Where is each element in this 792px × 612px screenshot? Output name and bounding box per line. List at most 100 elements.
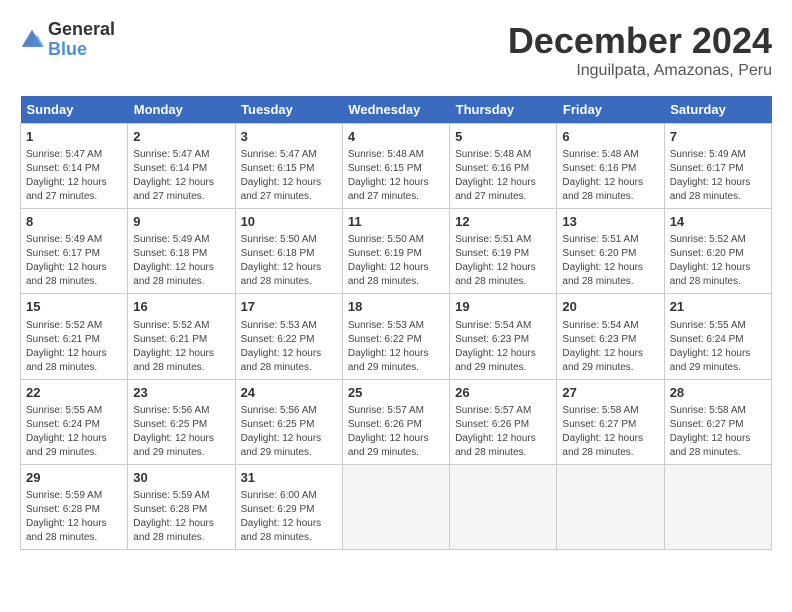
calendar-day-cell: 18 Sunrise: 5:53 AM Sunset: 6:22 PM Dayli… <box>342 294 449 379</box>
calendar-day-cell: 30 Sunrise: 5:59 AM Sunset: 6:28 PM Dayli… <box>128 464 235 549</box>
calendar-day-cell: 14 Sunrise: 5:52 AM Sunset: 6:20 PM Dayli… <box>664 209 771 294</box>
logo-icon <box>20 28 44 52</box>
day-info: Sunrise: 5:50 AM Sunset: 6:18 PM Dayligh… <box>241 233 337 289</box>
day-info: Sunrise: 5:54 AM Sunset: 6:23 PM Dayligh… <box>562 319 658 375</box>
location-subtitle: Inguilpata, Amazonas, Peru <box>508 62 772 80</box>
day-number: 8 <box>26 213 122 231</box>
day-number: 23 <box>133 384 229 402</box>
day-number: 12 <box>455 213 551 231</box>
calendar-day-cell: 15 Sunrise: 5:52 AM Sunset: 6:21 PM Dayli… <box>21 294 128 379</box>
day-number: 6 <box>562 128 658 146</box>
day-of-week-header: Sunday <box>21 96 128 124</box>
day-info: Sunrise: 5:47 AM Sunset: 6:15 PM Dayligh… <box>241 148 337 204</box>
calendar-day-cell: 26 Sunrise: 5:57 AM Sunset: 6:26 PM Dayli… <box>450 379 557 464</box>
calendar-week-row: 22 Sunrise: 5:55 AM Sunset: 6:24 PM Dayli… <box>21 379 772 464</box>
calendar-day-cell: 4 Sunrise: 5:48 AM Sunset: 6:15 PM Daylig… <box>342 124 449 209</box>
calendar-day-cell: 6 Sunrise: 5:48 AM Sunset: 6:16 PM Daylig… <box>557 124 664 209</box>
calendar-day-cell: 16 Sunrise: 5:52 AM Sunset: 6:21 PM Dayli… <box>128 294 235 379</box>
calendar-day-cell: 3 Sunrise: 5:47 AM Sunset: 6:15 PM Daylig… <box>235 124 342 209</box>
calendar-day-cell: 28 Sunrise: 5:58 AM Sunset: 6:27 PM Dayli… <box>664 379 771 464</box>
day-of-week-header: Saturday <box>664 96 771 124</box>
calendar-day-cell: 31Sunrise: 6:00 AM Sunset: 6:29 PM Dayli… <box>235 464 342 549</box>
day-of-week-header: Tuesday <box>235 96 342 124</box>
calendar-header-row: SundayMondayTuesdayWednesdayThursdayFrid… <box>21 96 772 124</box>
calendar-week-row: 8Sunrise: 5:49 AM Sunset: 6:17 PM Daylig… <box>21 209 772 294</box>
calendar-body: 1 Sunrise: 5:47 AM Sunset: 6:14 PM Daylig… <box>21 124 772 550</box>
day-number: 1 <box>26 128 122 146</box>
day-info: Sunrise: 5:56 AM Sunset: 6:25 PM Dayligh… <box>133 404 229 460</box>
day-number: 29 <box>26 469 122 487</box>
calendar-day-cell: 11 Sunrise: 5:50 AM Sunset: 6:19 PM Dayli… <box>342 209 449 294</box>
calendar-day-cell <box>342 464 449 549</box>
day-number: 10 <box>241 213 337 231</box>
page-header: General Blue December 2024 Inguilpata, A… <box>20 20 772 80</box>
day-number: 26 <box>455 384 551 402</box>
day-info: Sunrise: 5:48 AM Sunset: 6:16 PM Dayligh… <box>455 148 551 204</box>
day-number: 3 <box>241 128 337 146</box>
day-number: 22 <box>26 384 122 402</box>
calendar-day-cell: 27 Sunrise: 5:58 AM Sunset: 6:27 PM Dayli… <box>557 379 664 464</box>
calendar-day-cell: 23 Sunrise: 5:56 AM Sunset: 6:25 PM Dayli… <box>128 379 235 464</box>
calendar-day-cell: 25Sunrise: 5:57 AM Sunset: 6:26 PM Dayli… <box>342 379 449 464</box>
day-info: Sunrise: 5:52 AM Sunset: 6:20 PM Dayligh… <box>670 233 766 289</box>
title-block: December 2024 Inguilpata, Amazonas, Peru <box>508 20 772 80</box>
day-info: Sunrise: 5:53 AM Sunset: 6:22 PM Dayligh… <box>348 319 444 375</box>
calendar-week-row: 1 Sunrise: 5:47 AM Sunset: 6:14 PM Daylig… <box>21 124 772 209</box>
day-number: 31 <box>241 469 337 487</box>
calendar-week-row: 15 Sunrise: 5:52 AM Sunset: 6:21 PM Dayli… <box>21 294 772 379</box>
day-number: 14 <box>670 213 766 231</box>
day-info: Sunrise: 5:48 AM Sunset: 6:16 PM Dayligh… <box>562 148 658 204</box>
day-info: Sunrise: 5:51 AM Sunset: 6:19 PM Dayligh… <box>455 233 551 289</box>
calendar-day-cell: 8Sunrise: 5:49 AM Sunset: 6:17 PM Daylig… <box>21 209 128 294</box>
day-number: 17 <box>241 298 337 316</box>
calendar-week-row: 29 Sunrise: 5:59 AM Sunset: 6:28 PM Dayli… <box>21 464 772 549</box>
day-number: 21 <box>670 298 766 316</box>
calendar-day-cell: 13Sunrise: 5:51 AM Sunset: 6:20 PM Dayli… <box>557 209 664 294</box>
day-info: Sunrise: 5:55 AM Sunset: 6:24 PM Dayligh… <box>26 404 122 460</box>
day-number: 19 <box>455 298 551 316</box>
day-info: Sunrise: 5:52 AM Sunset: 6:21 PM Dayligh… <box>26 319 122 375</box>
day-info: Sunrise: 5:52 AM Sunset: 6:21 PM Dayligh… <box>133 319 229 375</box>
day-info: Sunrise: 5:58 AM Sunset: 6:27 PM Dayligh… <box>562 404 658 460</box>
logo: General Blue <box>20 20 115 60</box>
day-number: 20 <box>562 298 658 316</box>
day-number: 18 <box>348 298 444 316</box>
day-info: Sunrise: 5:47 AM Sunset: 6:14 PM Dayligh… <box>26 148 122 204</box>
day-number: 13 <box>562 213 658 231</box>
day-number: 15 <box>26 298 122 316</box>
day-info: Sunrise: 5:59 AM Sunset: 6:28 PM Dayligh… <box>26 489 122 545</box>
day-number: 16 <box>133 298 229 316</box>
day-info: Sunrise: 5:48 AM Sunset: 6:15 PM Dayligh… <box>348 148 444 204</box>
day-number: 30 <box>133 469 229 487</box>
day-number: 27 <box>562 384 658 402</box>
logo-text: General Blue <box>48 20 115 60</box>
day-info: Sunrise: 5:58 AM Sunset: 6:27 PM Dayligh… <box>670 404 766 460</box>
day-number: 9 <box>133 213 229 231</box>
day-of-week-header: Thursday <box>450 96 557 124</box>
day-number: 5 <box>455 128 551 146</box>
calendar-day-cell: 5 Sunrise: 5:48 AM Sunset: 6:16 PM Daylig… <box>450 124 557 209</box>
day-number: 24 <box>241 384 337 402</box>
calendar-day-cell: 22 Sunrise: 5:55 AM Sunset: 6:24 PM Dayli… <box>21 379 128 464</box>
calendar-day-cell: 20 Sunrise: 5:54 AM Sunset: 6:23 PM Dayli… <box>557 294 664 379</box>
calendar-day-cell: 7Sunrise: 5:49 AM Sunset: 6:17 PM Daylig… <box>664 124 771 209</box>
day-info: Sunrise: 5:59 AM Sunset: 6:28 PM Dayligh… <box>133 489 229 545</box>
calendar-day-cell <box>557 464 664 549</box>
day-of-week-header: Monday <box>128 96 235 124</box>
calendar-day-cell <box>450 464 557 549</box>
day-info: Sunrise: 5:57 AM Sunset: 6:26 PM Dayligh… <box>455 404 551 460</box>
day-info: Sunrise: 5:49 AM Sunset: 6:18 PM Dayligh… <box>133 233 229 289</box>
day-info: Sunrise: 5:53 AM Sunset: 6:22 PM Dayligh… <box>241 319 337 375</box>
calendar-table: SundayMondayTuesdayWednesdayThursdayFrid… <box>20 96 772 550</box>
calendar-day-cell: 12 Sunrise: 5:51 AM Sunset: 6:19 PM Dayli… <box>450 209 557 294</box>
day-info: Sunrise: 5:56 AM Sunset: 6:25 PM Dayligh… <box>241 404 337 460</box>
day-info: Sunrise: 5:49 AM Sunset: 6:17 PM Dayligh… <box>670 148 766 204</box>
day-info: Sunrise: 5:50 AM Sunset: 6:19 PM Dayligh… <box>348 233 444 289</box>
day-number: 4 <box>348 128 444 146</box>
logo-blue: Blue <box>48 40 115 60</box>
day-number: 2 <box>133 128 229 146</box>
day-info: Sunrise: 5:57 AM Sunset: 6:26 PM Dayligh… <box>348 404 444 460</box>
day-number: 11 <box>348 213 444 231</box>
day-of-week-header: Wednesday <box>342 96 449 124</box>
day-number: 28 <box>670 384 766 402</box>
